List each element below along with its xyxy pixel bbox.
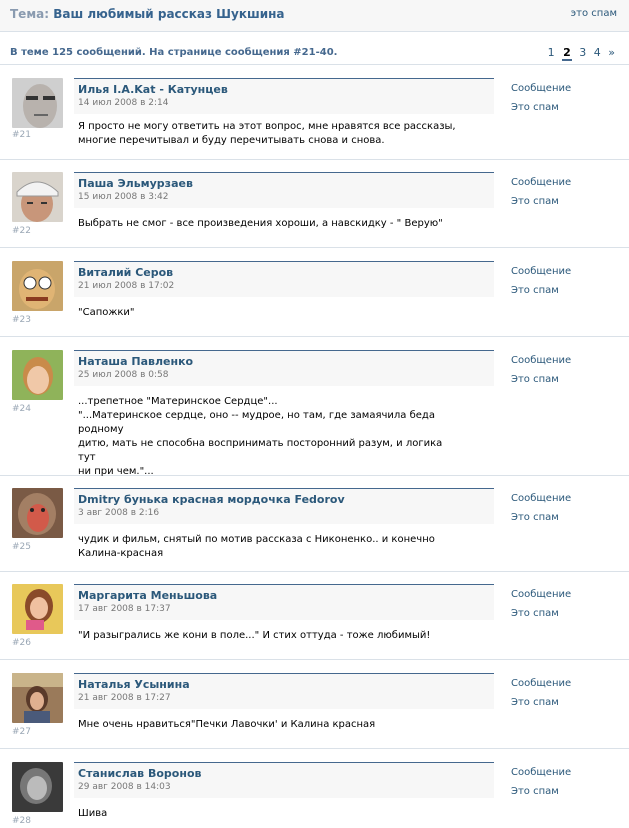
post-actions: Сообщение Это спам — [511, 767, 571, 805]
post-25: #25 Dmitry бунька красная мордочка Fedor… — [0, 476, 629, 572]
reply-message-link[interactable]: Сообщение — [511, 177, 571, 188]
post-header: Маргарита Меньшова 17 авг 2008 в 17:37 — [74, 584, 494, 620]
topic-prefix: Тема: — [10, 7, 50, 21]
post-text: ...трепетное "Материнское Сердце"... "..… — [78, 396, 443, 477]
topic-name: Ваш любимый рассказ Шукшина — [53, 7, 285, 21]
reply-message-link[interactable]: Сообщение — [511, 355, 571, 366]
post-actions: Сообщение Это спам — [511, 355, 571, 393]
post-28: #28 Станислав Воронов 29 авг 2008 в 14:0… — [0, 750, 629, 828]
post-actions: Сообщение Это спам — [511, 589, 571, 627]
avatar[interactable] — [12, 673, 63, 723]
post-22: #22 Паша Эльмурзаев 15 июл 2008 в 3:42 В… — [0, 160, 629, 248]
report-spam-link[interactable]: Это спам — [511, 786, 571, 797]
avatar[interactable] — [12, 762, 63, 812]
post-header: Наталья Усынина 21 авг 2008 в 17:27 — [74, 673, 494, 709]
reply-message-link[interactable]: Сообщение — [511, 493, 571, 504]
report-spam-link[interactable]: Это спам — [511, 697, 571, 708]
post-number: #28 — [12, 816, 31, 826]
post-text: "И разыгрались же кони в поле..." И стих… — [78, 630, 431, 641]
reply-message-link[interactable]: Сообщение — [511, 678, 571, 689]
reply-message-link[interactable]: Сообщение — [511, 83, 571, 94]
post-number: #25 — [12, 542, 31, 552]
page-next[interactable]: » — [608, 46, 615, 59]
post-actions: Сообщение Это спам — [511, 83, 571, 121]
reply-message-link[interactable]: Сообщение — [511, 589, 571, 600]
page-link-3[interactable]: 3 — [579, 46, 586, 59]
topic-title: Тема: Ваш любимый рассказ Шукшина — [10, 7, 285, 21]
post-header: Виталий Серов 21 июл 2008 в 17:02 — [74, 261, 494, 297]
post-author[interactable]: Виталий Серов — [78, 266, 173, 279]
post-actions: Сообщение Это спам — [511, 678, 571, 716]
post-21: #21 Илья I.A.Kat - Катунцев 14 июл 2008 … — [0, 66, 629, 160]
post-actions: Сообщение Это спам — [511, 266, 571, 304]
post-text: Шива — [78, 808, 108, 819]
post-author[interactable]: Dmitry бунька красная мордочка Fedorov — [78, 493, 345, 506]
post-date: 21 авг 2008 в 17:27 — [78, 693, 171, 703]
post-26: #26 Маргарита Меньшова 17 авг 2008 в 17:… — [0, 572, 629, 660]
report-spam-link[interactable]: Это спам — [511, 512, 571, 523]
avatar[interactable] — [12, 488, 63, 538]
post-number: #21 — [12, 130, 31, 140]
post-actions: Сообщение Это спам — [511, 177, 571, 215]
post-date: 3 авг 2008 в 2:16 — [78, 508, 160, 518]
pagination: 1 2 3 4 » — [544, 46, 615, 61]
post-number: #26 — [12, 638, 31, 648]
post-header: Станислав Воронов 29 авг 2008 в 14:03 — [74, 762, 494, 798]
post-date: 14 июл 2008 в 2:14 — [78, 98, 169, 108]
post-author[interactable]: Маргарита Меньшова — [78, 589, 217, 602]
post-author[interactable]: Наталья Усынина — [78, 678, 190, 691]
report-spam-link[interactable]: Это спам — [511, 102, 571, 113]
post-23: #23 Виталий Серов 21 июл 2008 в 17:02 "С… — [0, 249, 629, 337]
post-header: Паша Эльмурзаев 15 июл 2008 в 3:42 — [74, 172, 494, 208]
post-author[interactable]: Станислав Воронов — [78, 767, 201, 780]
report-spam-link[interactable]: Это спам — [511, 285, 571, 296]
post-date: 25 июл 2008 в 0:58 — [78, 370, 169, 380]
post-27: #27 Наталья Усынина 21 авг 2008 в 17:27 … — [0, 661, 629, 749]
topic-info-text: В теме 125 сообщений. На странице сообще… — [10, 47, 338, 58]
avatar[interactable] — [12, 584, 63, 634]
post-24: #24 Наташа Павленко 25 июл 2008 в 0:58 .… — [0, 338, 629, 477]
reply-message-link[interactable]: Сообщение — [511, 767, 571, 778]
post-text: Мне очень нравиться"Печки Лавочки' и Кал… — [78, 719, 376, 730]
post-date: 21 июл 2008 в 17:02 — [78, 281, 175, 291]
post-date: 15 июл 2008 в 3:42 — [78, 192, 169, 202]
post-header: Илья I.A.Kat - Катунцев 14 июл 2008 в 2:… — [74, 78, 494, 114]
post-header: Наташа Павленко 25 июл 2008 в 0:58 — [74, 350, 494, 386]
avatar[interactable] — [12, 172, 63, 222]
avatar[interactable] — [12, 261, 63, 311]
post-text: "Сапожки" — [78, 307, 135, 318]
reply-message-link[interactable]: Сообщение — [511, 266, 571, 277]
post-number: #22 — [12, 226, 31, 236]
post-date: 29 авг 2008 в 14:03 — [78, 782, 171, 792]
avatar[interactable] — [12, 350, 63, 400]
post-text: чудик и фильм, снятый по мотив рассказа … — [78, 534, 435, 559]
avatar[interactable] — [12, 78, 63, 128]
post-number: #24 — [12, 404, 31, 414]
page-link-1[interactable]: 1 — [548, 46, 555, 59]
post-header: Dmitry бунька красная мордочка Fedorov 3… — [74, 488, 494, 524]
topic-spam-link[interactable]: это спам — [571, 8, 617, 19]
post-text: Я просто не могу ответить на этот вопрос… — [78, 121, 456, 146]
post-date: 17 авг 2008 в 17:37 — [78, 604, 171, 614]
report-spam-link[interactable]: Это спам — [511, 374, 571, 385]
page-current-2: 2 — [562, 46, 572, 61]
post-author[interactable]: Паша Эльмурзаев — [78, 177, 193, 190]
post-text: Выбрать не смог - все произведения хорош… — [78, 218, 443, 229]
post-author[interactable]: Наташа Павленко — [78, 355, 193, 368]
page-link-4[interactable]: 4 — [594, 46, 601, 59]
post-number: #23 — [12, 315, 31, 325]
post-number: #27 — [12, 727, 31, 737]
report-spam-link[interactable]: Это спам — [511, 196, 571, 207]
post-author[interactable]: Илья I.A.Kat - Катунцев — [78, 83, 228, 96]
report-spam-link[interactable]: Это спам — [511, 608, 571, 619]
topic-info-bar: В теме 125 сообщений. На странице сообще… — [0, 33, 629, 65]
post-actions: Сообщение Это спам — [511, 493, 571, 531]
topic-header: Тема: Ваш любимый рассказ Шукшина это сп… — [0, 0, 629, 32]
